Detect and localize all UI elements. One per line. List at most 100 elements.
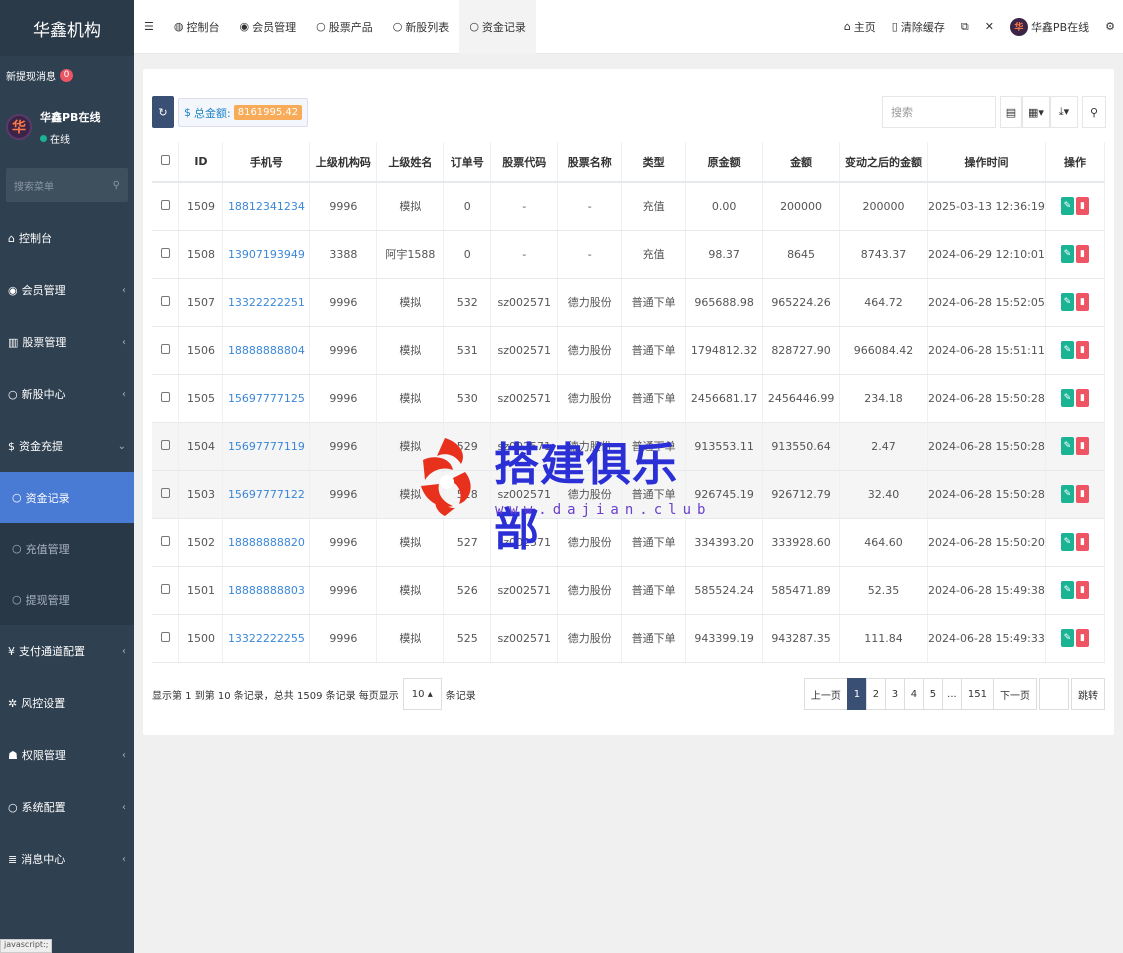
prev-page-button[interactable]: 上一页 <box>803 678 848 710</box>
phone-link[interactable]: 18888888803 <box>222 566 311 615</box>
edit-icon[interactable]: ✎ <box>1060 533 1074 551</box>
row-checkbox[interactable] <box>152 374 180 423</box>
delete-icon[interactable]: ▮ <box>1075 341 1089 359</box>
clear-cache-button[interactable]: ▯ 清除缓存 <box>884 19 953 35</box>
phone-link[interactable]: 13322222255 <box>222 614 311 663</box>
tab-stock-products[interactable]: ○ 股票产品 <box>306 0 383 54</box>
delete-icon[interactable]: ▮ <box>1075 389 1089 407</box>
row-checkbox[interactable] <box>152 230 180 279</box>
col-header[interactable]: 上级姓名 <box>376 142 445 183</box>
edit-icon[interactable]: ✎ <box>1060 437 1074 455</box>
row-checkbox[interactable] <box>152 182 180 231</box>
sidebar-item-ipo[interactable]: ○ 新股中心 ‹ <box>0 368 134 420</box>
sidebar-item-stocks[interactable]: ▥ 股票管理 ‹ <box>0 316 134 368</box>
page-1-button[interactable]: 1 <box>846 678 867 710</box>
phone-link[interactable]: 13907193949 <box>222 230 311 279</box>
select-all-checkbox[interactable] <box>152 142 180 183</box>
menu-search-input[interactable]: 搜索菜单 ⚲ <box>6 168 128 202</box>
sidebar-item-payment[interactable]: ¥ 支付通道配置 ‹ <box>0 625 134 677</box>
edit-icon[interactable]: ✎ <box>1060 293 1074 311</box>
col-header[interactable]: 手机号 <box>222 142 311 183</box>
phone-link[interactable]: 18888888804 <box>222 326 311 375</box>
settings-button[interactable]: ⚙ <box>1097 20 1123 33</box>
col-header[interactable]: 金额 <box>762 142 841 183</box>
delete-icon[interactable]: ▮ <box>1075 197 1089 216</box>
row-checkbox[interactable] <box>152 278 180 327</box>
lock-screen-button[interactable]: ⧉ <box>953 20 977 34</box>
edit-icon[interactable]: ✎ <box>1060 341 1074 359</box>
fullscreen-button[interactable]: ✕ <box>977 20 1002 33</box>
sidebar-item-permission[interactable]: ☗ 权限管理 ‹ <box>0 729 134 781</box>
col-header[interactable]: 类型 <box>621 142 687 183</box>
row-checkbox[interactable] <box>152 422 180 471</box>
row-checkbox[interactable] <box>152 326 180 375</box>
row-checkbox[interactable] <box>152 518 180 567</box>
sidebar-item-members[interactable]: ◉ 会员管理 ‹ <box>0 264 134 316</box>
tab-members[interactable]: ◉ 会员管理 <box>229 0 306 54</box>
tab-dashboard[interactable]: ◍ 控制台 <box>164 0 230 54</box>
delete-icon[interactable]: ▮ <box>1075 533 1089 551</box>
edit-icon[interactable]: ✎ <box>1060 485 1074 503</box>
user-menu[interactable]: 华华鑫PB在线 <box>1002 17 1097 36</box>
phone-link[interactable]: 18812341234 <box>222 182 311 231</box>
row-checkbox[interactable] <box>152 470 180 519</box>
sidebar-item-dashboard[interactable]: ⌂ 控制台 <box>0 212 134 264</box>
col-header[interactable]: ID <box>178 142 224 183</box>
phone-link[interactable]: 15697777125 <box>222 374 311 423</box>
col-header[interactable]: 上级机构码 <box>309 142 378 183</box>
columns-button[interactable]: ▦▾ <box>1022 96 1050 128</box>
search-button[interactable]: ⚲ <box>1082 96 1106 128</box>
refresh-button[interactable]: ↻ <box>152 96 174 128</box>
avatar[interactable]: 华 <box>6 114 32 140</box>
new-withdraw-notice[interactable]: 新提现消息 0 <box>0 56 134 94</box>
delete-icon[interactable]: ▮ <box>1075 581 1089 599</box>
edit-icon[interactable]: ✎ <box>1060 581 1074 599</box>
sidebar-item-recharge[interactable]: ○ 充值管理 <box>0 523 134 574</box>
home-link[interactable]: ⌂ 主页 <box>836 19 884 35</box>
table-search-input[interactable]: 搜索 <box>882 96 996 128</box>
edit-icon[interactable]: ✎ <box>1060 389 1074 407</box>
jump-page-input[interactable] <box>1039 678 1069 710</box>
edit-icon[interactable]: ✎ <box>1060 629 1074 647</box>
delete-icon[interactable]: ▮ <box>1075 437 1089 455</box>
edit-icon[interactable]: ✎ <box>1060 197 1074 216</box>
sidebar-item-message[interactable]: ≣ 消息中心 ‹ <box>0 833 134 885</box>
delete-icon[interactable]: ▮ <box>1075 485 1089 503</box>
export-button[interactable]: ⤓▾ <box>1050 96 1078 128</box>
sidebar-item-risk[interactable]: ✲ 风控设置 <box>0 677 134 729</box>
delete-icon[interactable]: ▮ <box>1075 245 1089 263</box>
sidebar-item-withdraw[interactable]: ○ 提现管理 <box>0 574 134 625</box>
phone-link[interactable]: 15697777119 <box>222 422 311 471</box>
phone-link[interactable]: 18888888820 <box>222 518 311 567</box>
page-5-button[interactable]: 5 <box>922 678 943 710</box>
delete-icon[interactable]: ▮ <box>1075 629 1089 647</box>
sidebar-item-fund-records[interactable]: ○ 资金记录 <box>0 472 134 523</box>
menu-toggle-button[interactable]: ☰ <box>134 0 164 54</box>
next-page-button[interactable]: 下一页 <box>993 678 1037 710</box>
page-151-button[interactable]: 151 <box>960 678 994 710</box>
col-header[interactable]: 原金额 <box>685 142 764 183</box>
col-header[interactable]: 订单号 <box>443 142 492 183</box>
row-checkbox[interactable] <box>152 566 180 615</box>
col-header[interactable]: 股票名称 <box>557 142 623 183</box>
total-amount-box: $ 总金额: 8161995.42 <box>178 98 309 127</box>
page-4-button[interactable]: 4 <box>903 678 924 710</box>
col-header[interactable]: 股票代码 <box>490 142 559 183</box>
tab-ipo-list[interactable]: ○ 新股列表 <box>383 0 460 54</box>
delete-icon[interactable]: ▮ <box>1075 293 1089 311</box>
page-3-button[interactable]: 3 <box>884 678 905 710</box>
sidebar-item-funds[interactable]: $ 资金充提 ⌄ <box>0 420 134 472</box>
page-2-button[interactable]: 2 <box>865 678 886 710</box>
col-header[interactable]: 变动之后的金额 <box>839 142 929 183</box>
phone-link[interactable]: 15697777122 <box>222 470 311 519</box>
edit-icon[interactable]: ✎ <box>1060 245 1074 263</box>
sidebar-item-system[interactable]: ○ 系统配置 ‹ <box>0 781 134 833</box>
row-checkbox[interactable] <box>152 614 180 663</box>
card-view-icon: ▤ <box>1005 105 1017 119</box>
phone-link[interactable]: 13322222251 <box>222 278 311 327</box>
col-header[interactable]: 操作时间 <box>927 142 1046 183</box>
toggle-view-button[interactable]: ▤ <box>1000 96 1022 128</box>
jump-button[interactable]: 跳转 <box>1071 678 1105 710</box>
page-size-select[interactable]: 10 ▴ <box>402 678 442 710</box>
tab-fund-records[interactable]: ○ 资金记录 <box>459 0 536 54</box>
